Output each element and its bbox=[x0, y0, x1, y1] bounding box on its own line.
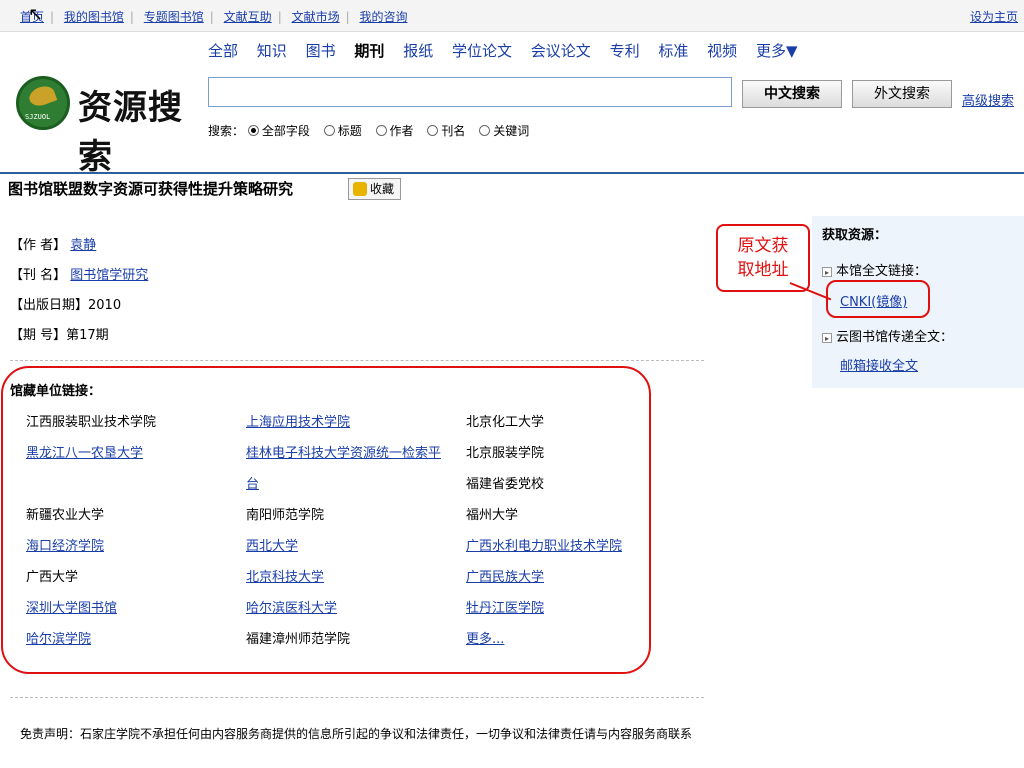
nav-my-library[interactable]: 我的图书馆 bbox=[64, 10, 124, 24]
radio-title[interactable]: 标题 bbox=[323, 124, 362, 138]
tab-knowledge[interactable]: 知识 bbox=[257, 42, 287, 60]
disclaimer-text: 免责声明：石家庄学院不承担任何由内容服务商提供的信息所引起的争议和法律责任，一切… bbox=[20, 727, 693, 741]
logo-emblem-icon: SJZUOL bbox=[16, 76, 70, 130]
logo-brand-text: 资源搜索 bbox=[78, 88, 183, 177]
tab-patents[interactable]: 专利 bbox=[610, 42, 640, 60]
radio-author[interactable]: 作者 bbox=[375, 124, 414, 138]
tab-videos[interactable]: 视频 bbox=[707, 42, 737, 60]
resource-panel-title: 获取资源： bbox=[822, 228, 888, 243]
tab-books[interactable]: 图书 bbox=[306, 42, 336, 60]
nav-my-consult[interactable]: 我的咨询 bbox=[359, 10, 407, 24]
mouse-cursor-icon: ↖ bbox=[28, 4, 44, 25]
radio-keyword[interactable]: 关键词 bbox=[479, 124, 529, 138]
tab-newspapers[interactable]: 报纸 bbox=[403, 42, 433, 60]
meta-date-row: 【出版日期】2010 bbox=[10, 298, 122, 313]
nav-doc-mutual-aid[interactable]: 文献互助 bbox=[224, 10, 272, 24]
tab-more[interactable]: 更多▼ bbox=[756, 42, 798, 60]
radio-journal-name[interactable]: 刊名 bbox=[427, 124, 465, 138]
set-homepage-link[interactable]: 设为主页 bbox=[970, 8, 1018, 25]
local-fulltext-label: ▸ 本馆全文链接： bbox=[822, 260, 927, 279]
cnki-highlight-box bbox=[826, 280, 930, 318]
site-logo[interactable]: SJZUOL 资源搜索 bbox=[16, 76, 191, 177]
radio-selected-icon bbox=[247, 125, 259, 136]
arrow-icon: ▸ bbox=[822, 267, 832, 277]
author-link[interactable]: 袁静 bbox=[70, 238, 96, 253]
advanced-search-link[interactable]: 高级搜索 bbox=[962, 90, 1014, 109]
tab-conference[interactable]: 会议论文 bbox=[531, 42, 591, 60]
search-field-options: 搜索： 全部字段 标题 作者 刊名 关键词 bbox=[208, 122, 539, 139]
radio-icon bbox=[479, 125, 491, 136]
top-nav-bar: 首页 | 我的图书馆 | 专题图书馆 | 文献互助 | 文献市场 | 我的咨询 设为主页 bbox=[0, 0, 1024, 32]
nav-topic-library[interactable]: 专题图书馆 bbox=[144, 10, 204, 24]
meta-journal-row: 【刊 名】 图书馆学研究 bbox=[10, 268, 149, 283]
radio-icon bbox=[323, 125, 335, 136]
tab-standards[interactable]: 标准 bbox=[658, 42, 688, 60]
tab-all[interactable]: 全部 bbox=[208, 42, 238, 60]
search-input[interactable] bbox=[208, 77, 732, 107]
tab-theses[interactable]: 学位论文 bbox=[452, 42, 512, 60]
foreign-search-button[interactable]: 外文搜索 bbox=[852, 80, 952, 108]
cloud-library-label: ▸ 云图书馆传递全文： bbox=[822, 326, 953, 345]
holdings-highlight-box bbox=[1, 366, 651, 674]
annotation-callout: 原文获 取地址 bbox=[716, 224, 810, 292]
email-fulltext-link[interactable]: 邮箱接收全文 bbox=[840, 355, 918, 374]
favorite-button[interactable]: 收藏 bbox=[348, 178, 402, 200]
tab-journals[interactable]: 期刊 bbox=[354, 42, 384, 60]
category-tabs: 全部 知识 图书 期刊 报纸 学位论文 会议论文 专利 标准 视频 更多▼ bbox=[208, 40, 812, 61]
radio-icon bbox=[375, 125, 387, 136]
arrow-icon: ▸ bbox=[822, 333, 832, 343]
search-options-label: 搜索： bbox=[208, 124, 245, 138]
radio-icon bbox=[427, 125, 439, 136]
nav-doc-market[interactable]: 文献市场 bbox=[292, 10, 340, 24]
divider bbox=[10, 697, 704, 698]
meta-author-row: 【作 者】 袁静 bbox=[10, 238, 97, 253]
divider bbox=[10, 360, 704, 361]
radio-all-fields[interactable]: 全部字段 bbox=[247, 124, 310, 138]
top-nav-links: 首页 | 我的图书馆 | 专题图书馆 | 文献互助 | 文献市场 | 我的咨询 bbox=[20, 10, 408, 24]
article-title: 图书馆联盟数字资源可获得性提升策略研究 bbox=[8, 180, 294, 198]
journal-link[interactable]: 图书馆学研究 bbox=[70, 268, 148, 283]
header-divider bbox=[0, 172, 1024, 174]
chinese-search-button[interactable]: 中文搜索 bbox=[742, 80, 842, 108]
favorite-icon bbox=[353, 182, 367, 196]
meta-issue-row: 【期 号】第17期 bbox=[10, 328, 109, 343]
